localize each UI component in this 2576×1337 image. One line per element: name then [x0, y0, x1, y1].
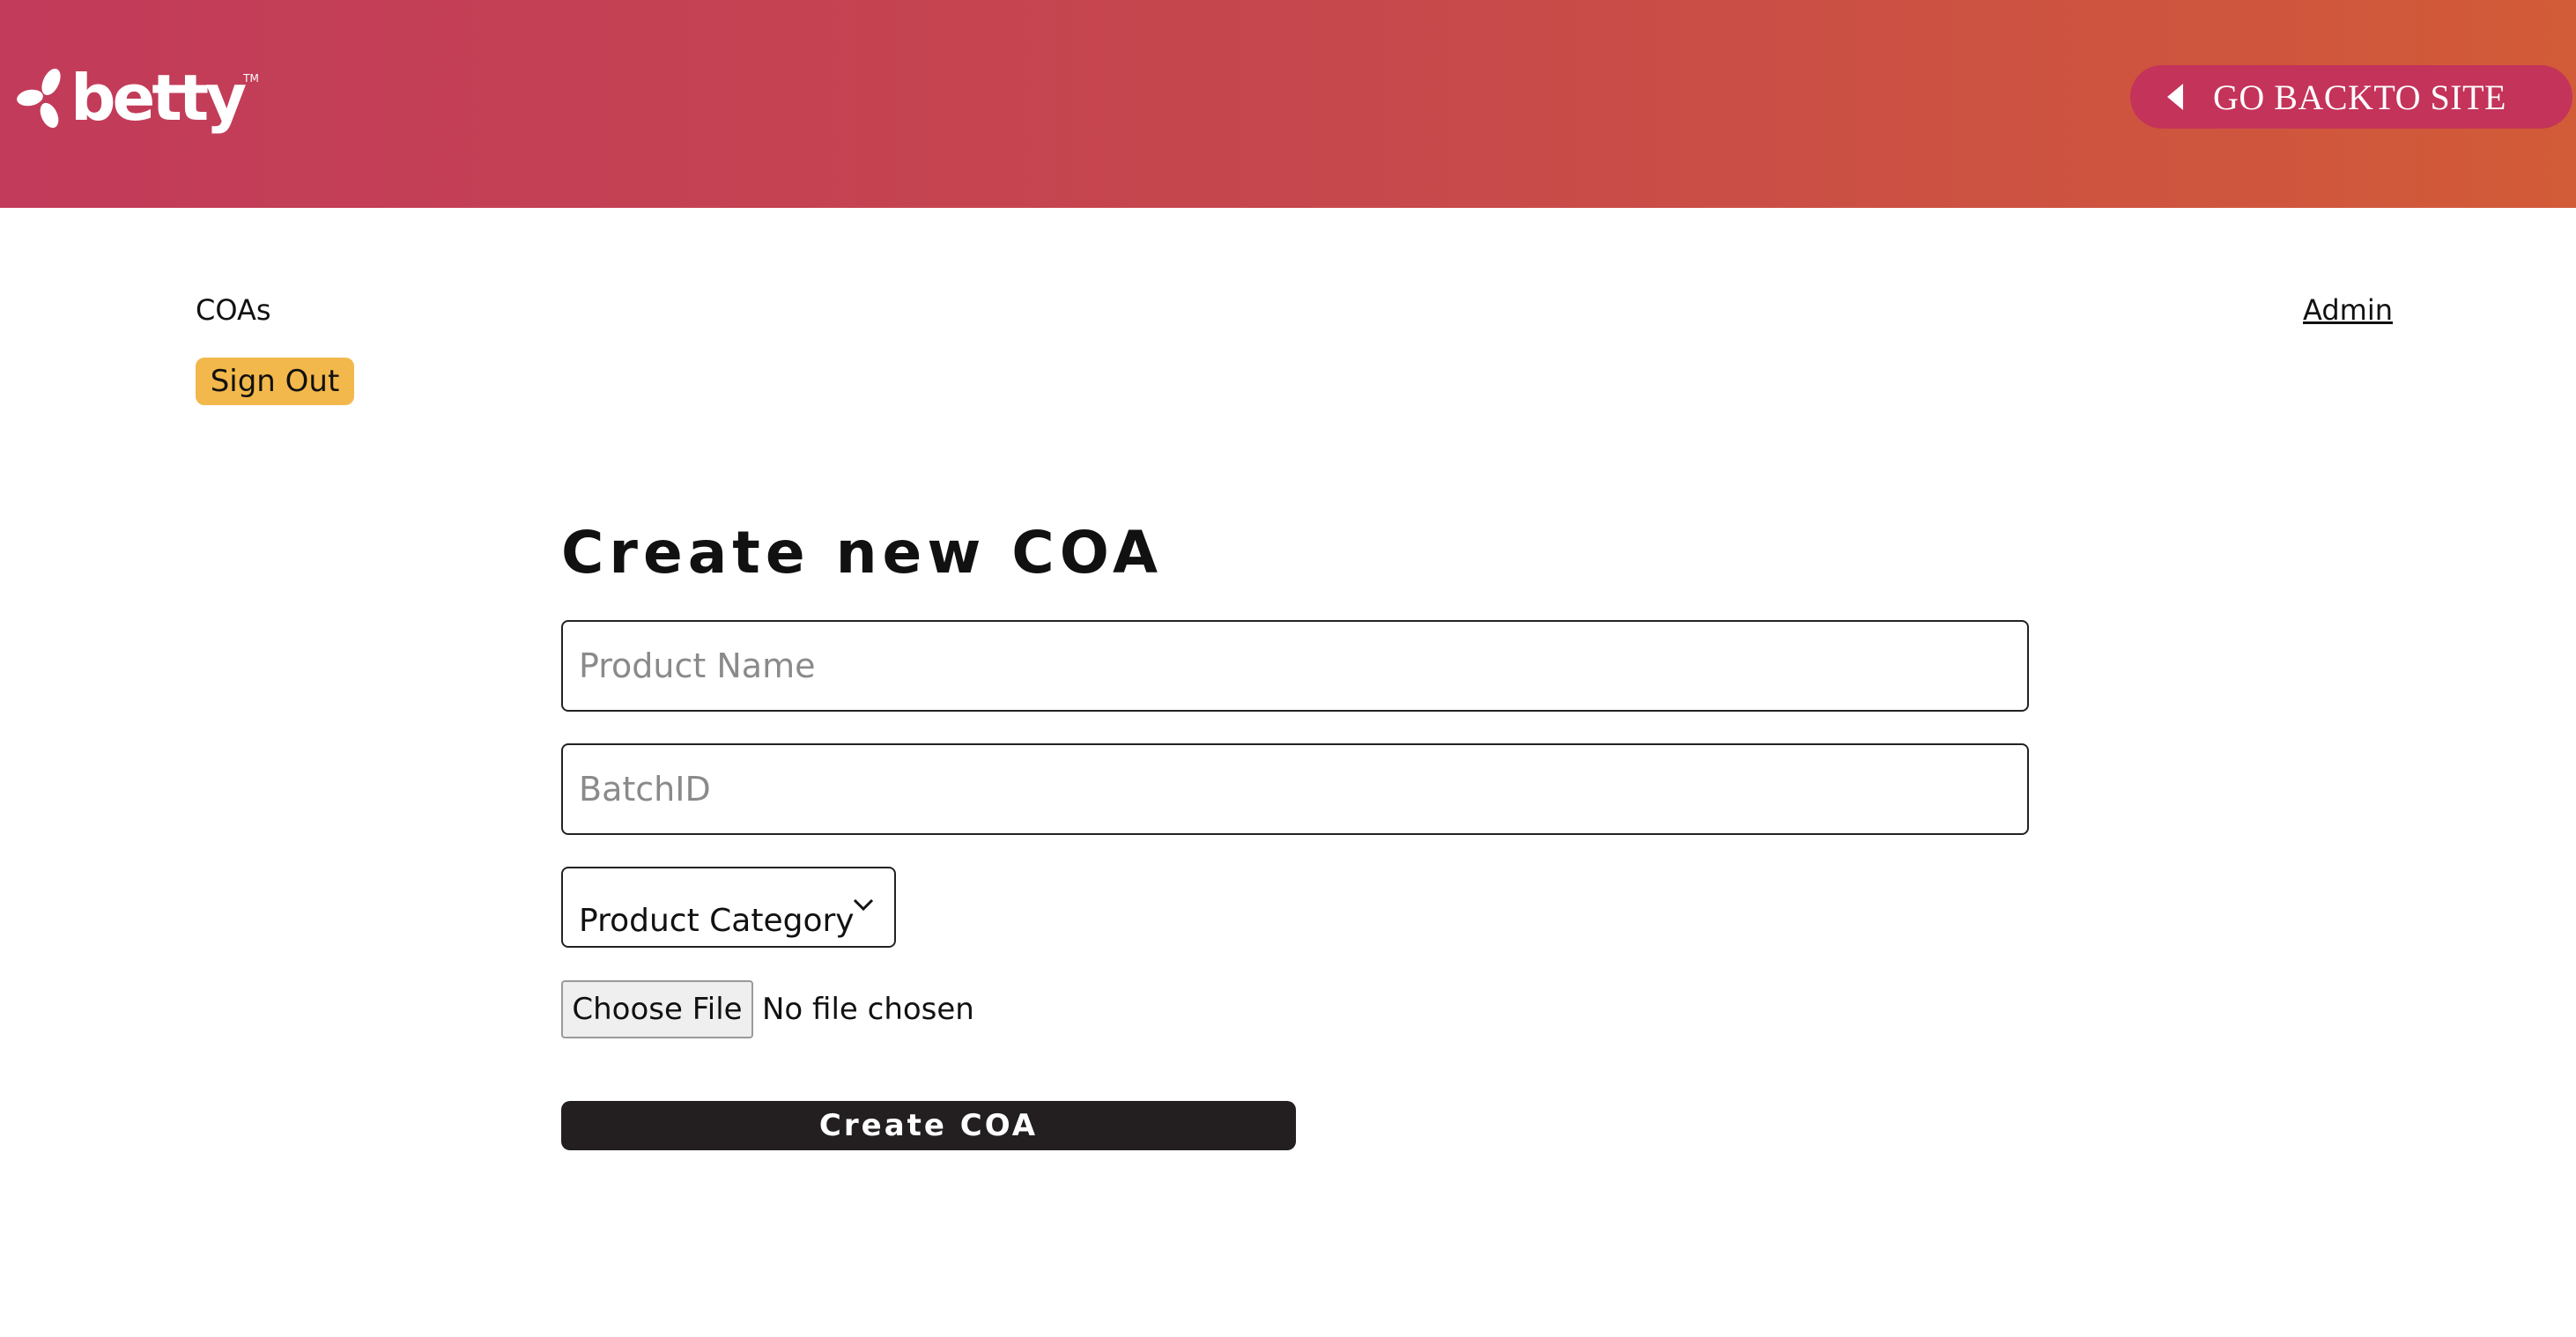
leaf-cluster-icon	[17, 69, 61, 129]
nav-coas-link[interactable]: COAs	[196, 293, 271, 327]
caret-left-icon	[2167, 84, 2183, 110]
file-status-text: No file chosen	[762, 992, 974, 1027]
sign-out-button[interactable]: Sign Out	[196, 358, 354, 405]
create-coa-button[interactable]: Create COA	[561, 1101, 1296, 1150]
go-back-to-site-button[interactable]: GO BACKTO SITE	[2130, 65, 2572, 129]
choose-file-button[interactable]: Choose File	[561, 980, 753, 1038]
top-banner: betty TM GO BACKTO SITE	[0, 0, 2576, 208]
brand-name: betty	[70, 61, 247, 135]
brand-logo[interactable]: betty TM	[14, 60, 259, 136]
batch-id-input[interactable]	[561, 743, 2029, 835]
go-back-to-site-label: GO BACKTO SITE	[2213, 77, 2506, 117]
nav-admin-link[interactable]: Admin	[2303, 293, 2393, 327]
create-coa-form: Create new COA Product Category Choose F…	[561, 518, 2029, 1150]
product-category-value: Product Category	[579, 903, 855, 939]
page-title: Create new COA	[561, 519, 1164, 587]
product-category-select[interactable]: Product Category	[561, 867, 896, 948]
product-name-input[interactable]	[561, 620, 2029, 712]
trademark-mark: TM	[243, 72, 259, 85]
file-upload: Choose File No file chosen	[561, 979, 2029, 1039]
chevron-down-icon	[853, 898, 874, 912]
